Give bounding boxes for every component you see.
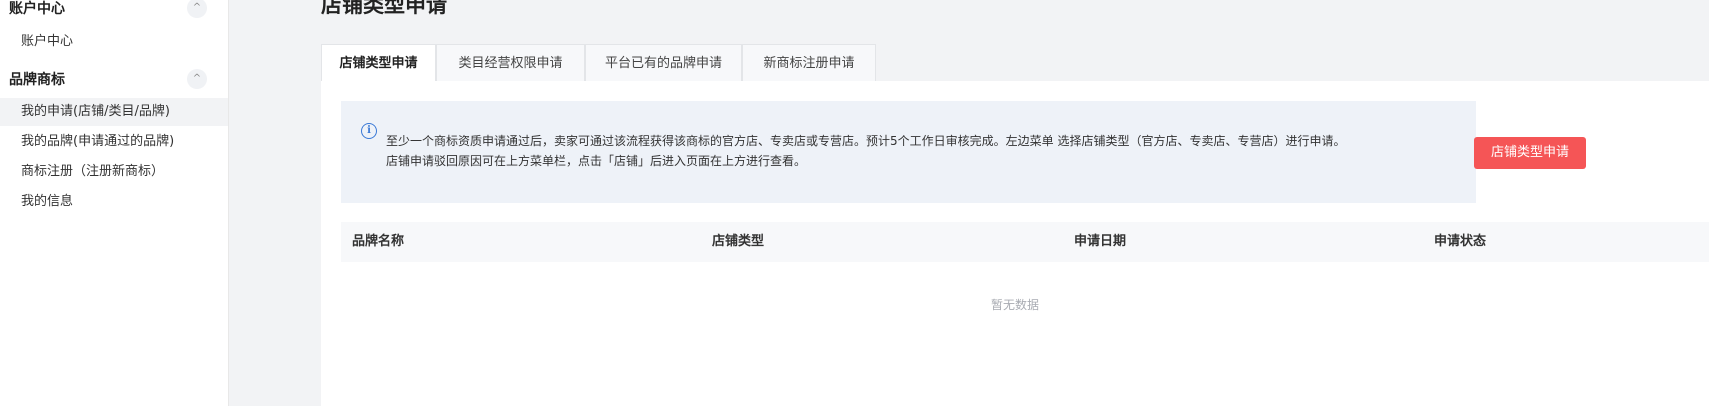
- brand-trademark-collapse-icon[interactable]: ^: [187, 69, 207, 89]
- notice-line-2: 店铺申请驳回原因可在上方菜单栏，点击「店铺」后进入页面在上方进行查看。: [386, 154, 807, 168]
- main-content: 店铺类型申请 店铺类型申请 类目经营权限申请 平台已有的品牌申请 新商标注册申请…: [229, 0, 1709, 406]
- sidebar-item-my-info[interactable]: 我的信息: [0, 188, 228, 216]
- column-header-apply-date: 申请日期: [1074, 234, 1127, 249]
- sidebar-item-my-brands[interactable]: 我的品牌(申请通过的品牌): [0, 128, 228, 156]
- sidebar-item-account-center[interactable]: 账户中心: [0, 28, 228, 56]
- sidebar-item-my-applications[interactable]: 我的申请(店铺/类目/品牌): [0, 98, 228, 126]
- account-center-group-title[interactable]: 账户中心: [9, 0, 65, 18]
- account-center-collapse-icon[interactable]: ^: [187, 0, 207, 18]
- store-type-apply-button[interactable]: 店铺类型申请: [1474, 137, 1586, 169]
- tab-store-type-application[interactable]: 店铺类型申请: [321, 44, 436, 82]
- column-header-apply-status: 申请状态: [1434, 234, 1487, 249]
- sidebar-item-trademark-registration[interactable]: 商标注册（注册新商标）: [0, 158, 228, 186]
- table-header: 品牌名称 店铺类型 申请日期 申请状态: [341, 222, 1709, 262]
- sidebar: 账户中心 ^ 账户中心 品牌商标 ^ 我的申请(店铺/类目/品牌) 我的品牌(申…: [0, 0, 229, 406]
- brand-trademark-group-title[interactable]: 品牌商标: [9, 69, 65, 89]
- column-header-brand-name: 品牌名称: [352, 234, 405, 249]
- notice-line-1: 至少一个商标资质申请通过后，卖家可通过该流程获得该商标的官方店、专卖店或专营店。…: [386, 134, 1346, 148]
- content-panel: i 至少一个商标资质申请通过后，卖家可通过该流程获得该商标的官方店、专卖店或专营…: [321, 81, 1709, 406]
- info-icon: i: [361, 123, 377, 139]
- tab-category-permission-application[interactable]: 类目经营权限申请: [436, 44, 585, 82]
- column-header-store-type: 店铺类型: [712, 234, 765, 249]
- info-notice: i 至少一个商标资质申请通过后，卖家可通过该流程获得该商标的官方店、专卖店或专营…: [341, 101, 1476, 203]
- tab-new-trademark-application[interactable]: 新商标注册申请: [742, 44, 876, 82]
- page-title: 店铺类型申请: [321, 0, 447, 17]
- tab-existing-brand-application[interactable]: 平台已有的品牌申请: [585, 44, 742, 82]
- empty-state-text: 暂无数据: [990, 298, 1039, 312]
